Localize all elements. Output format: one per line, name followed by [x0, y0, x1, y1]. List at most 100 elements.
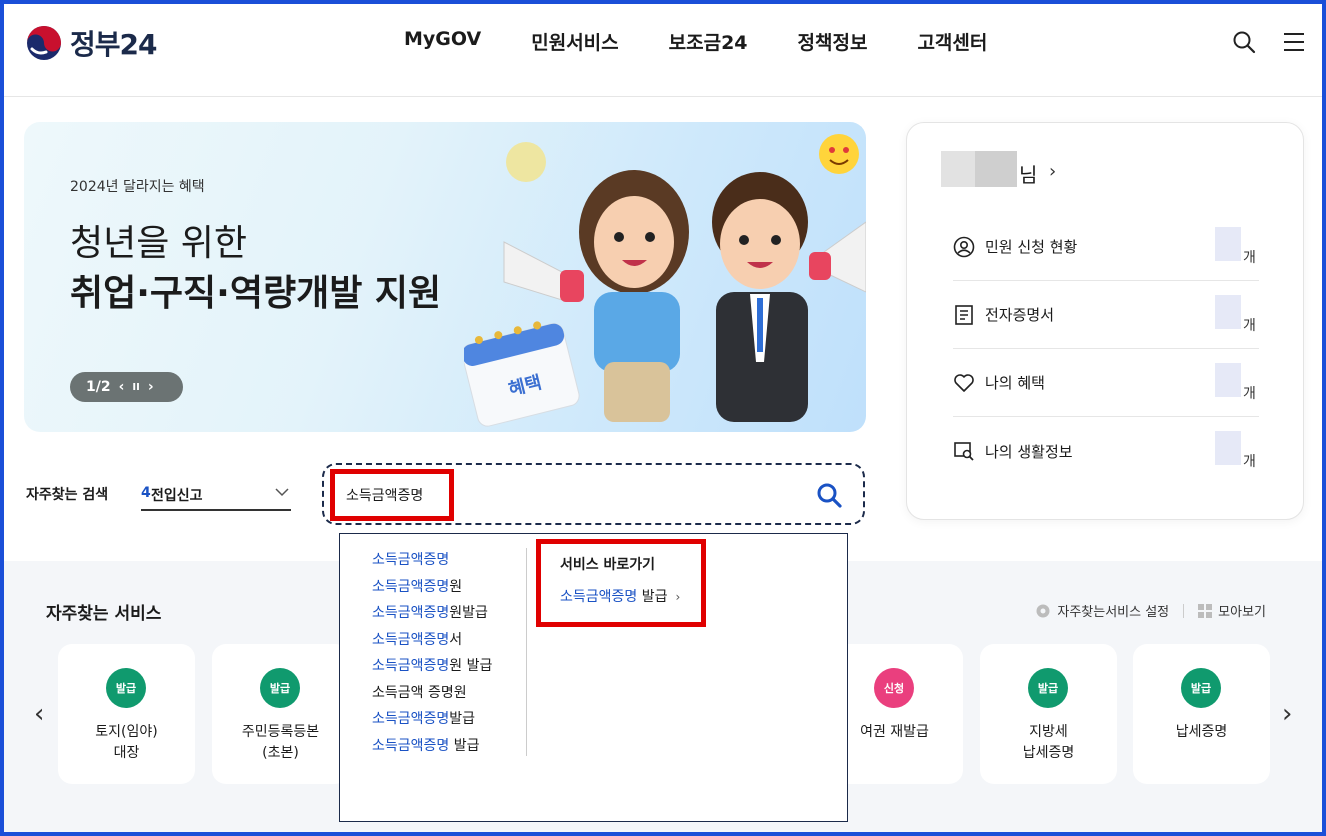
service-card-label: 납세증명	[1133, 722, 1270, 743]
user-profile-arrow-icon[interactable]: ›	[1049, 161, 1056, 182]
badge-apply: 신청	[874, 668, 914, 708]
card-line1: 토지(임야)	[95, 724, 158, 740]
count-redacted	[1215, 295, 1241, 329]
grid-icon	[1198, 603, 1213, 618]
suggestion-match: 소득금액증명	[372, 737, 450, 754]
suggestion-item[interactable]: 소득금액증명원발급	[372, 603, 492, 630]
site-logo[interactable]: 정부24	[26, 23, 157, 63]
panel-row-label: 전자증명서	[985, 306, 1055, 324]
suggestion-item[interactable]: 소득금액증명서	[372, 630, 492, 657]
heart-icon	[954, 373, 974, 392]
suggestion-item[interactable]: 소득금액 증명원	[372, 683, 492, 710]
banner-title-line2: 취업·구직·역량개발 지원	[70, 273, 442, 314]
card-line2: 납세증명	[1022, 745, 1075, 761]
promo-banner[interactable]: 2024년 달라지는 혜택 청년을 위한 취업·구직·역량개발 지원 혜택 1/…	[24, 122, 866, 432]
service-card-resident-register[interactable]: 발급 주민등록등본 (초본)	[212, 644, 349, 784]
carousel-next-icon[interactable]: ›	[1282, 699, 1292, 729]
gear-icon	[1036, 604, 1050, 617]
count-unit: 개	[1243, 454, 1256, 470]
suggestion-item[interactable]: 소득금액증명발급	[372, 709, 492, 736]
suggestion-item[interactable]: 소득금액증명	[372, 550, 492, 577]
card-line2: 대장	[113, 745, 140, 761]
magnify-doc-icon	[954, 442, 974, 461]
banner-illustration: 혜택	[464, 134, 866, 427]
frequent-services-actions: 자주찾는서비스 설정 모아보기	[1035, 601, 1266, 620]
highlight-box-quick-link	[536, 539, 706, 627]
nav-customer-center[interactable]: 고객센터	[917, 28, 987, 55]
divider	[1183, 603, 1185, 618]
document-icon	[955, 304, 973, 325]
banner-title-line1: 청년을 위한	[70, 223, 248, 264]
suggestion-item[interactable]: 소득금액증명원 발급	[372, 656, 492, 683]
count-unit: 개	[1243, 318, 1256, 334]
count-unit: 개	[1243, 250, 1256, 266]
taegeuk-logo-icon	[27, 26, 61, 60]
service-card-local-tax-certificate[interactable]: 발급 지방세 납세증명	[980, 644, 1117, 784]
suggestion-rest: 발급	[449, 737, 480, 754]
panel-row-life-info[interactable]: 나의 생활정보 개	[953, 417, 1259, 485]
panel-row-my-benefits[interactable]: 나의 혜택 개	[953, 349, 1259, 417]
nav-policy-info[interactable]: 정책정보	[798, 28, 868, 55]
logo-text: 정부24	[70, 28, 157, 61]
person-icon	[953, 236, 975, 257]
highlight-box-input	[330, 469, 454, 521]
badge-issue: 발급	[1181, 668, 1221, 708]
count-unit: 개	[1243, 386, 1256, 402]
nav-mygov[interactable]: MyGOV	[404, 28, 481, 55]
pager-pause-icon[interactable]: II	[132, 382, 139, 393]
suggestion-rest: 원 발급	[449, 658, 493, 674]
autocomplete-dropdown: 소득금액증명 소득금액증명원 소득금액증명원발급 소득금액증명서 소득금액증명원…	[339, 533, 848, 822]
carousel-prev-icon[interactable]: ‹	[34, 699, 44, 729]
suggestion-rest: 소득금액 증명원	[372, 684, 467, 701]
dropdown-divider	[526, 548, 527, 756]
card-line1: 납세증명	[1175, 724, 1228, 740]
search-submit-icon[interactable]	[815, 481, 843, 509]
card-line1: 지방세	[1029, 724, 1068, 740]
frequent-search-rank: 4	[141, 485, 151, 501]
search-icon[interactable]	[1232, 30, 1256, 54]
pager-count: 1/2	[86, 379, 111, 395]
panel-row-applications[interactable]: 민원 신청 현황 개	[953, 213, 1259, 281]
badge-issue: 발급	[1028, 668, 1068, 708]
chevron-down-icon	[275, 488, 289, 497]
suggestion-rest: 원발급	[449, 605, 488, 621]
suggestion-match: 소득금액증명	[372, 552, 450, 568]
service-card-label: 주민등록등본 (초본)	[212, 722, 349, 764]
nav-subsidy24[interactable]: 보조금24	[669, 28, 748, 55]
service-card-tax-certificate[interactable]: 발급 납세증명	[1133, 644, 1270, 784]
frequent-search-value: 전입신고	[151, 488, 203, 504]
user-panel: 님 › 민원 신청 현황 개 전자증명서 개 나의 혜택 개 나의 생활정보 개	[906, 122, 1304, 520]
view-all-label: 모아보기	[1218, 605, 1266, 620]
banner-subtitle: 2024년 달라지는 혜택	[70, 179, 205, 195]
nav-civil-service[interactable]: 민원서비스	[531, 28, 618, 55]
service-card-label: 토지(임야) 대장	[58, 722, 195, 764]
frequent-services-title: 자주찾는 서비스	[46, 604, 162, 624]
setting-label: 자주찾는서비스 설정	[1057, 605, 1170, 620]
suggestion-list: 소득금액증명 소득금액증명원 소득금액증명원발급 소득금액증명서 소득금액증명원…	[372, 550, 492, 762]
service-card-land-register[interactable]: 발급 토지(임야) 대장	[58, 644, 195, 784]
view-all-button[interactable]: 모아보기	[1198, 601, 1266, 620]
count-redacted	[1215, 363, 1241, 397]
menu-icon[interactable]	[1282, 30, 1306, 54]
frequent-services-setting-button[interactable]: 자주찾는서비스 설정	[1035, 601, 1169, 620]
suggestion-item[interactable]: 소득금액증명 발급	[372, 736, 492, 763]
main-nav: MyGOV 민원서비스 보조금24 정책정보 고객센터	[404, 28, 987, 55]
search-box	[322, 463, 865, 525]
suggestion-item[interactable]: 소득금액증명원	[372, 577, 492, 604]
panel-row-e-certificates[interactable]: 전자증명서 개	[953, 281, 1259, 349]
card-line2: (초본)	[262, 745, 299, 761]
frequent-search-select[interactable]: 4 전입신고	[141, 481, 291, 511]
frequent-search-label: 자주찾는 검색	[26, 487, 109, 503]
pager-prev-icon[interactable]: ‹	[119, 379, 125, 395]
suggestion-match: 소득금액증명	[372, 658, 450, 674]
suggestion-match: 소득금액증명	[372, 711, 450, 727]
pager-next-icon[interactable]: ›	[148, 379, 154, 395]
panel-row-label: 나의 생활정보	[985, 442, 1073, 461]
suggestion-rest: 원	[449, 578, 463, 595]
site-header: 정부24 MyGOV 민원서비스 보조금24 정책정보 고객센터	[4, 4, 1322, 97]
panel-row-label: 민원 신청 현황	[985, 238, 1078, 256]
badge-issue: 발급	[260, 668, 300, 708]
badge-issue: 발급	[106, 668, 146, 708]
user-name-redacted	[941, 151, 1017, 187]
panel-row-label: 나의 혜택	[985, 374, 1045, 392]
